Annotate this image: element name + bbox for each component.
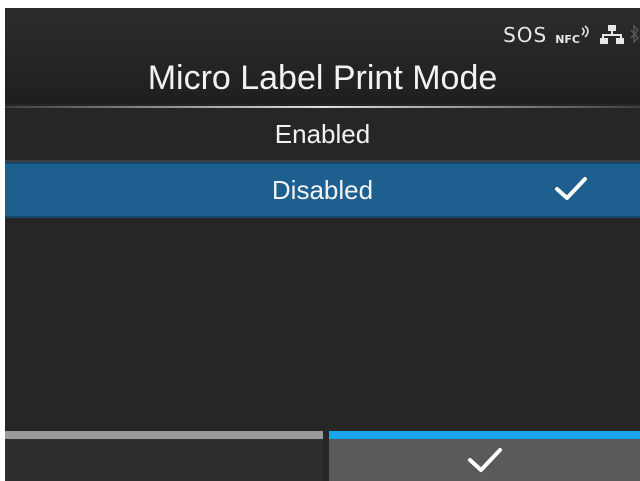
confirm-button[interactable] <box>329 439 640 481</box>
header: SOS NFC Micro Label Print Mode <box>5 8 640 104</box>
nfc-label: NFC <box>555 32 580 46</box>
option-label: Enabled <box>274 118 371 149</box>
checkmark-icon <box>465 446 505 474</box>
printer-display: SOS NFC Micro Label Print Mode Enabled D… <box>5 8 640 481</box>
wifi-waves-icon <box>580 24 592 39</box>
option-disabled[interactable]: Disabled <box>5 162 640 218</box>
softkey-left-indicator <box>5 431 323 439</box>
softkey-right-indicator <box>329 431 640 439</box>
checkmark-icon <box>554 176 588 207</box>
sos-indicator: SOS <box>503 23 548 47</box>
option-enabled[interactable]: Enabled <box>5 108 640 162</box>
nfc-indicator: NFC <box>555 24 592 46</box>
page-title: Micro Label Print Mode <box>147 59 498 97</box>
softkey-left-button[interactable] <box>5 439 323 481</box>
option-list: Enabled Disabled <box>5 108 640 218</box>
network-icon <box>600 25 624 45</box>
status-bar: SOS NFC <box>503 22 640 48</box>
bluetooth-icon <box>630 24 640 46</box>
option-label: Disabled <box>271 174 374 205</box>
